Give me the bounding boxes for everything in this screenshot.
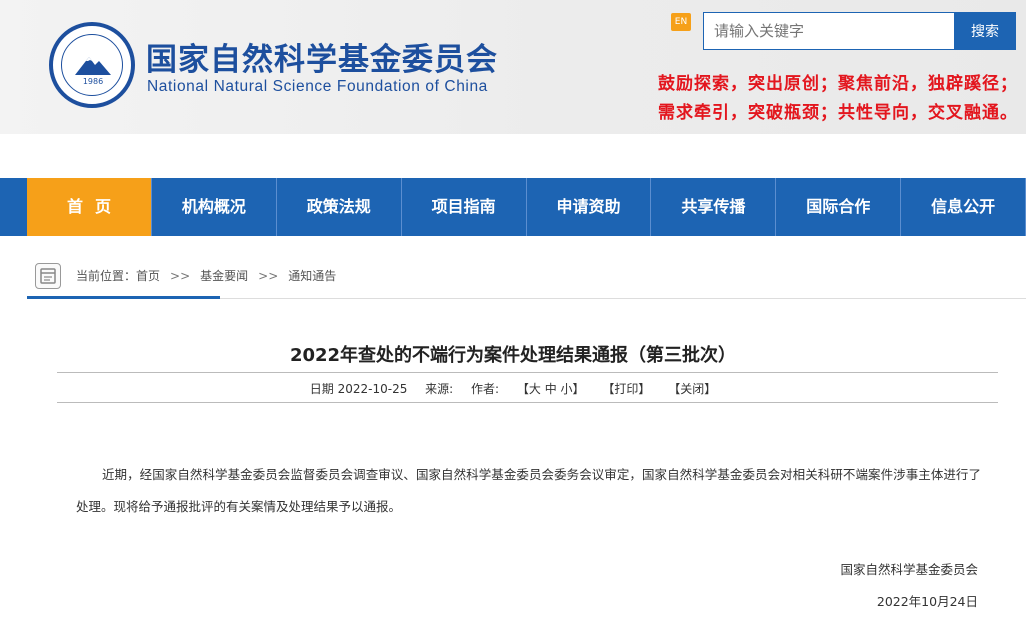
- nav-item-disclosure[interactable]: 信息公开: [901, 178, 1026, 236]
- signature-date: 2022年10月24日: [876, 594, 978, 609]
- date-value: 2022-10-25: [337, 382, 408, 396]
- nav-item-policy[interactable]: 政策法规: [277, 178, 402, 236]
- article-meta: 日期 2022-10-25 来源: 作者: 【大 中 小】 【打印】 【关闭】: [0, 380, 1026, 397]
- main-nav: 首页 机构概况 政策法规 项目指南 申请资助 共享传播 国际合作 信息公开: [0, 178, 1026, 236]
- nsfc-logo[interactable]: 1986: [49, 22, 135, 108]
- nav-item-guide[interactable]: 项目指南: [402, 178, 527, 236]
- breadcrumb-prefix: 当前位置：: [76, 269, 137, 283]
- print-link[interactable]: 【打印】: [602, 382, 650, 396]
- meta-divider-bottom: [57, 402, 998, 403]
- breadcrumb-separator: >>: [170, 269, 191, 283]
- slogan-line-2: 需求牵引，突破瓶颈；共性导向，交叉融通。: [658, 103, 1018, 123]
- article-title: 2022年查处的不端行为案件处理结果通报（第三批次）: [289, 345, 737, 366]
- search-input[interactable]: [703, 12, 955, 50]
- logo-inner-ring: 1986: [61, 34, 123, 96]
- signature-org: 国家自然科学基金委员会: [840, 562, 978, 577]
- search-button[interactable]: 搜索: [954, 12, 1016, 50]
- meta-author: 作者:: [471, 382, 500, 396]
- nav-item-apply[interactable]: 申请资助: [527, 178, 652, 236]
- mountain-icon: [75, 57, 111, 75]
- breadcrumb: 当前位置：首页 >> 基金要闻 >> 通知通告: [27, 253, 1026, 299]
- breadcrumb-separator: >>: [258, 269, 279, 283]
- meta-date: 日期 2022-10-25: [310, 382, 408, 396]
- logo-year: 1986: [82, 77, 104, 86]
- font-size-toggle[interactable]: 【大 中 小】: [517, 382, 585, 396]
- site-title-cn[interactable]: 国家自然科学基金委员会: [146, 34, 498, 79]
- breadcrumb-accent-bar: [27, 296, 220, 299]
- document-icon: [35, 263, 61, 289]
- breadcrumb-item-news[interactable]: 基金要闻: [200, 267, 248, 284]
- nav-item-international[interactable]: 国际合作: [776, 178, 902, 236]
- slogan-line-1: 鼓励探索，突出原创；聚焦前沿，独辟蹊径；: [658, 74, 1018, 94]
- date-label: 日期: [309, 382, 334, 396]
- english-version-link[interactable]: EN: [671, 13, 691, 31]
- breadcrumb-item-notice[interactable]: 通知通告: [288, 267, 336, 284]
- breadcrumb-text: 当前位置：首页 >> 基金要闻 >> 通知通告: [76, 267, 336, 284]
- meta-divider-top: [57, 372, 998, 373]
- nav-item-home[interactable]: 首页: [27, 178, 152, 236]
- nav-item-share[interactable]: 共享传播: [651, 178, 777, 236]
- breadcrumb-item-home[interactable]: 首页: [136, 267, 160, 284]
- site-title-en[interactable]: National Natural Science Foundation of C…: [147, 78, 488, 96]
- nav-item-about[interactable]: 机构概况: [152, 178, 277, 236]
- close-link[interactable]: 【关闭】: [668, 382, 716, 396]
- article-body: 近期，经国家自然科学基金委员会监督委员会调查审议、国家自然科学基金委员会委务会议…: [76, 467, 981, 514]
- site-header: 1986 国家自然科学基金委员会 National Natural Scienc…: [0, 0, 1026, 134]
- meta-source: 来源:: [425, 382, 454, 396]
